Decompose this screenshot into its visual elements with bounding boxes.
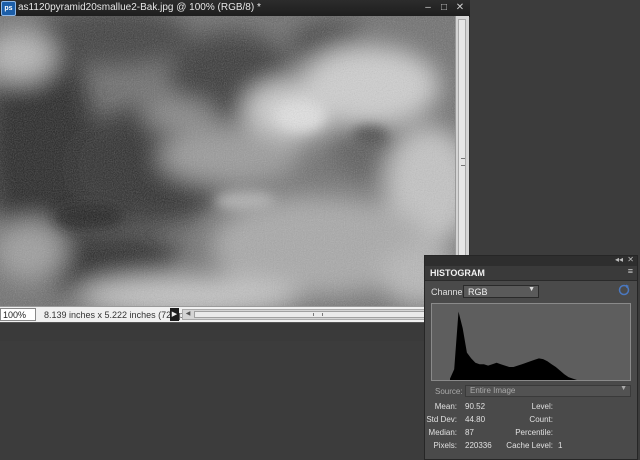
histogram-plot (450, 311, 577, 380)
document-title: as1120pyramid20smallue2-Bak.jpg @ 100% (… (18, 2, 261, 13)
scroll-left-icon[interactable]: ◀ (183, 310, 193, 319)
cache-level-label: Cache Level: (506, 441, 553, 450)
pixels-label: Pixels: (433, 441, 457, 450)
count-label: Count: (529, 415, 553, 424)
lunar-surface-image (0, 16, 455, 306)
mean-label: Mean: (434, 402, 457, 411)
panel-header[interactable]: HISTOGRAM ≡ (425, 266, 637, 281)
photoshop-icon: ps (1, 1, 16, 16)
chevron-down-icon: ▼ (620, 385, 627, 392)
std-dev-value: 44.80 (465, 415, 486, 424)
maximize-button[interactable]: □ (438, 2, 450, 13)
horizontal-scrollbar[interactable]: ◀ ▶ (182, 309, 452, 320)
collapse-icon[interactable]: ◂◂ (615, 255, 623, 264)
image-canvas[interactable] (0, 16, 455, 306)
cache-level-value: 1 (558, 441, 563, 450)
panel-menu-icon[interactable]: ≡ (628, 266, 633, 276)
pixels-value: 220336 (465, 441, 492, 450)
panel-topbar[interactable]: ◂◂ ✕ (425, 255, 637, 266)
close-button[interactable]: ✕ (454, 2, 466, 13)
zoom-level-field[interactable]: 100% (0, 308, 36, 321)
scroll-grip-icon (461, 158, 465, 166)
source-label: Source: (435, 387, 463, 396)
channel-dropdown[interactable]: RGB ▼ (463, 285, 539, 298)
chevron-down-icon: ▼ (528, 286, 535, 293)
panel-title: HISTOGRAM (430, 268, 485, 278)
percentile-label: Percentile: (515, 428, 553, 437)
horizontal-scroll-thumb[interactable] (194, 311, 440, 318)
source-dropdown[interactable]: Entire Image ▼ (465, 385, 631, 397)
histogram-panel: ◂◂ ✕ HISTOGRAM ≡ Channel: RGB ▼ Source: … (424, 255, 638, 460)
minimize-button[interactable]: – (422, 2, 434, 13)
mean-value: 90.52 (465, 402, 486, 411)
status-menu-arrow-icon[interactable]: ▶ (170, 308, 179, 321)
document-titlebar[interactable]: ps as1120pyramid20smallue2-Bak.jpg @ 100… (0, 0, 470, 17)
source-value: Entire Image (470, 386, 516, 395)
median-value: 87 (465, 428, 474, 437)
close-icon[interactable]: ✕ (627, 255, 634, 264)
median-label: Median: (428, 428, 457, 437)
channel-label: Channel: (431, 287, 468, 297)
std-dev-label: Std Dev: (426, 415, 457, 424)
channel-value: RGB (468, 287, 488, 297)
status-bar: 100% 8.139 inches x 5.222 inches (72 ppi… (0, 306, 470, 323)
scroll-grip-icon (313, 313, 323, 316)
document-window: ps as1120pyramid20smallue2-Bak.jpg @ 100… (0, 0, 470, 323)
document-size-info: 8.139 inches x 5.222 inches (72 ppi) (44, 310, 189, 320)
histogram-shape (450, 311, 577, 380)
histogram-graph (431, 303, 631, 381)
workspace-divider (0, 322, 470, 341)
level-label: Level: (531, 402, 553, 411)
refresh-icon[interactable] (617, 283, 631, 297)
